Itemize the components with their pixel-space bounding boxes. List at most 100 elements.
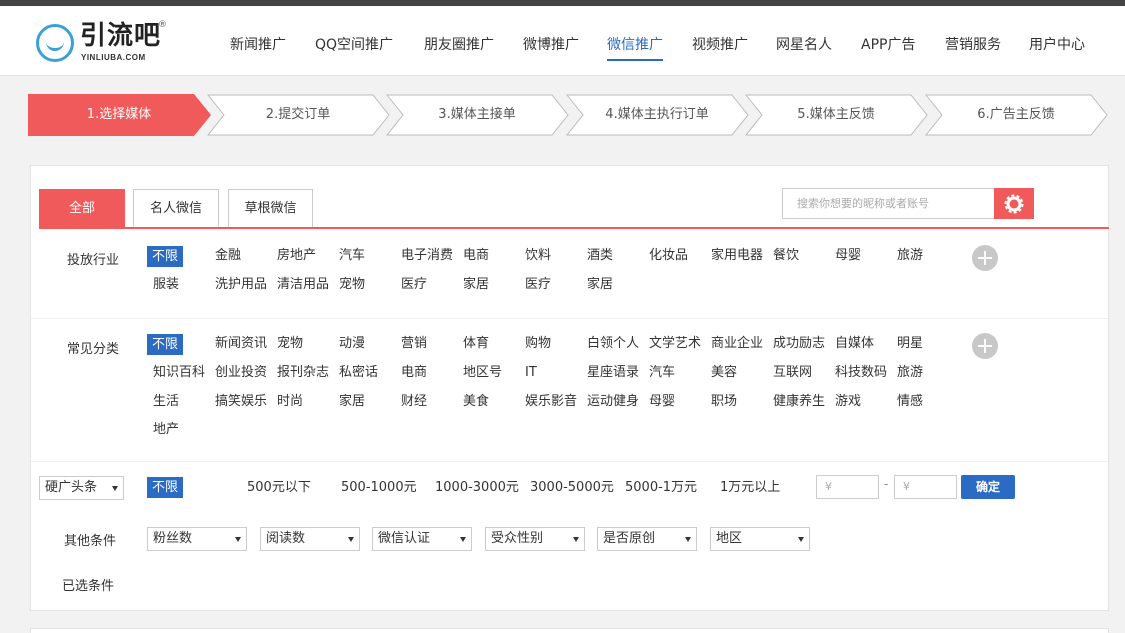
category-option[interactable]: IT bbox=[525, 363, 537, 383]
category-option[interactable]: 成功励志 bbox=[773, 334, 825, 354]
industry-option[interactable]: 旅游 bbox=[897, 246, 923, 266]
category-option[interactable]: 美容 bbox=[711, 363, 737, 383]
search-button[interactable] bbox=[994, 188, 1034, 219]
nav-qzone[interactable]: QQ空间推广 bbox=[315, 36, 393, 54]
category-option[interactable]: 文学艺术 bbox=[649, 334, 701, 354]
category-option[interactable]: 旅游 bbox=[897, 363, 923, 383]
nav-app-ads[interactable]: APP广告 bbox=[861, 36, 915, 54]
price-option[interactable]: 1000-3000元 bbox=[435, 478, 519, 498]
price-option[interactable]: 500-1000元 bbox=[341, 478, 417, 498]
verification-select[interactable]: 微信认证 bbox=[372, 527, 472, 551]
tab-grassroots-wechat[interactable]: 草根微信 bbox=[228, 189, 313, 228]
price-option[interactable]: 5000-1万元 bbox=[625, 478, 697, 498]
category-label: 常见分类 bbox=[67, 342, 120, 357]
industry-option[interactable]: 家居 bbox=[587, 275, 613, 295]
category-option[interactable]: 搞笑娱乐 bbox=[215, 392, 267, 412]
expand-industry-icon[interactable] bbox=[972, 245, 998, 271]
search-input[interactable]: 搜索你想要的昵称或者账号 bbox=[782, 188, 994, 219]
category-option[interactable]: 生活 bbox=[153, 392, 179, 412]
industry-option[interactable]: 洗护用品 bbox=[215, 275, 267, 295]
nav-video[interactable]: 视频推广 bbox=[692, 36, 748, 54]
category-option[interactable]: 创业投资 bbox=[215, 363, 267, 383]
category-option[interactable]: 白领个人 bbox=[587, 334, 639, 354]
category-option[interactable]: 汽车 bbox=[649, 363, 675, 383]
nav-news[interactable]: 新闻推广 bbox=[230, 36, 286, 54]
category-option[interactable]: 互联网 bbox=[773, 363, 812, 383]
category-option[interactable]: 情感 bbox=[897, 392, 923, 412]
category-option[interactable]: 母婴 bbox=[649, 392, 675, 412]
nav-weibo[interactable]: 微博推广 bbox=[523, 36, 579, 54]
category-option[interactable]: 职场 bbox=[711, 392, 737, 412]
nav-celebrity[interactable]: 网星名人 bbox=[776, 36, 832, 54]
category-option[interactable]: 星座语录 bbox=[587, 363, 639, 383]
industry-option[interactable]: 金融 bbox=[215, 246, 241, 266]
category-option[interactable]: 宠物 bbox=[277, 334, 303, 354]
category-option[interactable]: 知识百科 bbox=[153, 363, 205, 383]
category-option[interactable]: 自媒体 bbox=[835, 334, 874, 354]
industry-unlimited[interactable]: 不限 bbox=[147, 246, 184, 267]
industry-option[interactable]: 电子消费 bbox=[401, 246, 453, 266]
industry-option[interactable]: 母婴 bbox=[835, 246, 861, 266]
category-option[interactable]: 新闻资讯 bbox=[215, 334, 267, 354]
category-option[interactable]: 家居 bbox=[339, 392, 365, 412]
industry-option[interactable]: 化妆品 bbox=[649, 246, 688, 266]
category-option[interactable]: 游戏 bbox=[835, 392, 861, 412]
category-option[interactable]: 明星 bbox=[897, 334, 923, 354]
chevron-down-icon bbox=[460, 537, 466, 542]
category-option[interactable]: 购物 bbox=[525, 334, 551, 354]
nav-marketing[interactable]: 营销服务 bbox=[945, 36, 1001, 54]
category-option[interactable]: 地产 bbox=[153, 420, 179, 440]
industry-option[interactable]: 房地产 bbox=[277, 246, 316, 266]
industry-option[interactable]: 清洁用品 bbox=[277, 275, 329, 295]
category-option[interactable]: 运动健身 bbox=[587, 392, 639, 412]
industry-option[interactable]: 服装 bbox=[153, 275, 179, 295]
category-option[interactable]: 营销 bbox=[401, 334, 427, 354]
min-price-input[interactable]: ¥ bbox=[816, 475, 879, 499]
industry-option[interactable]: 电商 bbox=[463, 246, 489, 266]
category-option[interactable]: 科技数码 bbox=[835, 363, 887, 383]
category-option[interactable]: 时尚 bbox=[277, 392, 303, 412]
category-option[interactable]: 财经 bbox=[401, 392, 427, 412]
industry-option[interactable]: 医疗 bbox=[401, 275, 427, 295]
filter-panel: 全部 名人微信 草根微信 搜索你想要的昵称或者账号 投放行业 不限 金融 房地产… bbox=[30, 165, 1109, 611]
original-select[interactable]: 是否原创 bbox=[597, 527, 697, 551]
price-option[interactable]: 500元以下 bbox=[247, 478, 311, 498]
category-option[interactable]: 私密话 bbox=[339, 363, 378, 383]
category-option[interactable]: 动漫 bbox=[339, 334, 365, 354]
nav-wechat[interactable]: 微信推广 bbox=[607, 36, 663, 61]
industry-option[interactable]: 餐饮 bbox=[773, 246, 799, 266]
audience-gender-select[interactable]: 受众性别 bbox=[485, 527, 585, 551]
max-price-input[interactable]: ¥ bbox=[894, 475, 957, 499]
industry-option[interactable]: 医疗 bbox=[525, 275, 551, 295]
category-option[interactable]: 体育 bbox=[463, 334, 489, 354]
site-logo[interactable]: 引流吧 ® YINLIUBA.COM bbox=[36, 20, 171, 66]
category-option[interactable]: 商业企业 bbox=[711, 334, 763, 354]
category-option[interactable]: 地区号 bbox=[463, 363, 502, 383]
industry-option[interactable]: 饮料 bbox=[525, 246, 551, 266]
nav-user-center[interactable]: 用户中心 bbox=[1029, 36, 1085, 54]
tab-all[interactable]: 全部 bbox=[39, 189, 125, 228]
category-option[interactable]: 报刊杂志 bbox=[277, 363, 329, 383]
confirm-price-button[interactable]: 确定 bbox=[961, 475, 1015, 499]
region-select[interactable]: 地区 bbox=[710, 527, 810, 551]
category-unlimited[interactable]: 不限 bbox=[147, 334, 184, 355]
industry-option[interactable]: 酒类 bbox=[587, 246, 613, 266]
ad-position-select[interactable]: 硬广头条 bbox=[39, 476, 124, 500]
category-option[interactable]: 健康养生 bbox=[773, 392, 825, 412]
select-value: 是否原创 bbox=[603, 531, 656, 546]
industry-option[interactable]: 家用电器 bbox=[711, 246, 763, 266]
category-option[interactable]: 娱乐影音 bbox=[525, 392, 577, 412]
industry-option[interactable]: 家居 bbox=[463, 275, 489, 295]
price-option[interactable]: 1万元以上 bbox=[720, 478, 780, 498]
industry-option[interactable]: 宠物 bbox=[339, 275, 365, 295]
price-unlimited[interactable]: 不限 bbox=[147, 477, 184, 498]
tab-celebrity-wechat[interactable]: 名人微信 bbox=[133, 189, 219, 228]
category-option[interactable]: 电商 bbox=[401, 363, 427, 383]
reads-select[interactable]: 阅读数 bbox=[260, 527, 360, 551]
price-option[interactable]: 3000-5000元 bbox=[530, 478, 614, 498]
fans-select[interactable]: 粉丝数 bbox=[147, 527, 247, 551]
expand-category-icon[interactable] bbox=[972, 333, 998, 359]
industry-option[interactable]: 汽车 bbox=[339, 246, 365, 266]
category-option[interactable]: 美食 bbox=[463, 392, 489, 412]
nav-moments[interactable]: 朋友圈推广 bbox=[424, 36, 494, 54]
